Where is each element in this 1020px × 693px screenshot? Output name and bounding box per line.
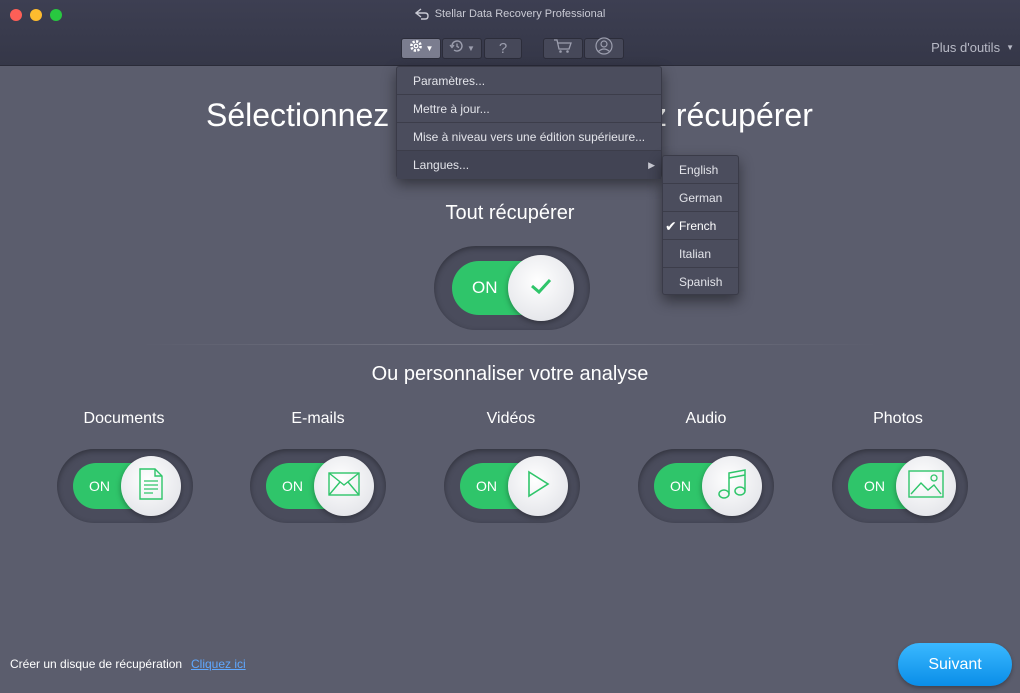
play-icon [526, 470, 550, 503]
toggle-knob [508, 255, 574, 321]
cart-icon [553, 38, 573, 59]
toggle-on-label: ON [282, 478, 303, 494]
next-button-label: Suivant [928, 655, 982, 673]
menu-item-languages[interactable]: Langues... ▶ [397, 151, 661, 179]
emails-toggle[interactable]: ON [250, 449, 386, 523]
page-title-left: Sélectionnez [206, 97, 390, 133]
menu-item-update[interactable]: Mettre à jour... [397, 95, 661, 123]
more-tools-label: Plus d'outils [931, 40, 1001, 55]
page-title-right: z récupérer [651, 97, 813, 133]
menu-item-parametres[interactable]: Paramètres... [397, 67, 661, 95]
audio-toggle[interactable]: ON [638, 449, 774, 523]
toggle-on-label: ON [670, 478, 691, 494]
language-label: Spanish [679, 275, 723, 289]
language-item-italian[interactable]: Italian [663, 240, 738, 268]
language-label: English [679, 163, 719, 177]
category-label-documents: Documents [83, 410, 165, 427]
window-title-text: Stellar Data Recovery Professional [434, 8, 606, 20]
toggle-on-label: ON [89, 478, 110, 494]
customize-heading: Ou personnaliser votre analyse [371, 363, 649, 385]
documents-toggle[interactable]: ON [57, 449, 193, 523]
menu-item-label: Mise à niveau vers une édition supérieur… [413, 130, 646, 144]
chevron-down-icon: ▼ [467, 44, 475, 53]
toggle-on-label: ON [476, 478, 497, 494]
history-button[interactable]: ▼ [442, 38, 482, 59]
recover-all-toggle[interactable]: ON [434, 246, 590, 330]
submenu-arrow-icon: ▶ [648, 160, 655, 170]
recover-all-heading: Tout récupérer [445, 202, 575, 224]
gear-icon [409, 39, 423, 58]
image-icon [908, 469, 944, 503]
language-label: French [679, 219, 717, 233]
toggle-knob [896, 456, 956, 516]
toggle-knob [702, 456, 762, 516]
more-tools-menu[interactable]: Plus d'outils ▼ [931, 40, 1014, 55]
history-icon [449, 39, 464, 58]
help-icon: ? [498, 40, 508, 57]
document-icon [138, 467, 164, 505]
language-item-spanish[interactable]: Spanish [663, 268, 738, 296]
language-item-english[interactable]: English [663, 156, 738, 184]
user-icon [595, 37, 613, 60]
chevron-down-icon: ▼ [1006, 43, 1014, 52]
toggle-on-label: ON [864, 478, 885, 494]
music-note-icon [717, 468, 747, 505]
section-divider [140, 344, 880, 345]
check-icon [529, 276, 553, 301]
toggle-knob [508, 456, 568, 516]
menu-item-label: Langues... [413, 158, 470, 172]
checkmark-icon: ✔ [665, 218, 677, 234]
category-label-photos: Photos [873, 410, 923, 427]
language-label: German [679, 191, 723, 205]
menu-item-label: Mettre à jour... [413, 102, 490, 116]
recovery-disk-text: Créer un disque de récupération [10, 657, 183, 671]
settings-button[interactable]: ▼ [401, 38, 441, 59]
chevron-down-icon: ▼ [425, 44, 434, 53]
category-label-emails: E-mails [291, 410, 345, 427]
toggle-knob [314, 456, 374, 516]
category-label-videos: Vidéos [486, 410, 536, 427]
recovery-disk-link[interactable]: Cliquez ici [191, 657, 246, 671]
next-button[interactable]: Suivant [898, 643, 1012, 686]
language-submenu: English German ✔ French Italian Spanish [662, 155, 739, 295]
window-title: Stellar Data Recovery Professional [0, 8, 1020, 20]
account-button[interactable] [584, 37, 624, 60]
category-label-audio: Audio [685, 410, 727, 427]
title-bar: Stellar Data Recovery Professional ▼ ▼ ?… [0, 0, 1020, 66]
cart-button[interactable] [543, 38, 583, 59]
settings-menu: Paramètres... Mettre à jour... Mise à ni… [396, 66, 662, 179]
videos-toggle[interactable]: ON [444, 449, 580, 523]
menu-item-upgrade[interactable]: Mise à niveau vers une édition supérieur… [397, 123, 661, 151]
language-item-german[interactable]: German [663, 184, 738, 212]
toggle-knob [121, 456, 181, 516]
language-item-french[interactable]: ✔ French [663, 212, 738, 240]
envelope-icon [328, 471, 360, 501]
menu-item-label: Paramètres... [413, 74, 486, 88]
toggle-on-label: ON [472, 278, 498, 297]
app-logo-icon [414, 8, 429, 20]
help-button[interactable]: ? [484, 38, 522, 59]
photos-toggle[interactable]: ON [832, 449, 968, 523]
language-label: Italian [679, 247, 712, 261]
